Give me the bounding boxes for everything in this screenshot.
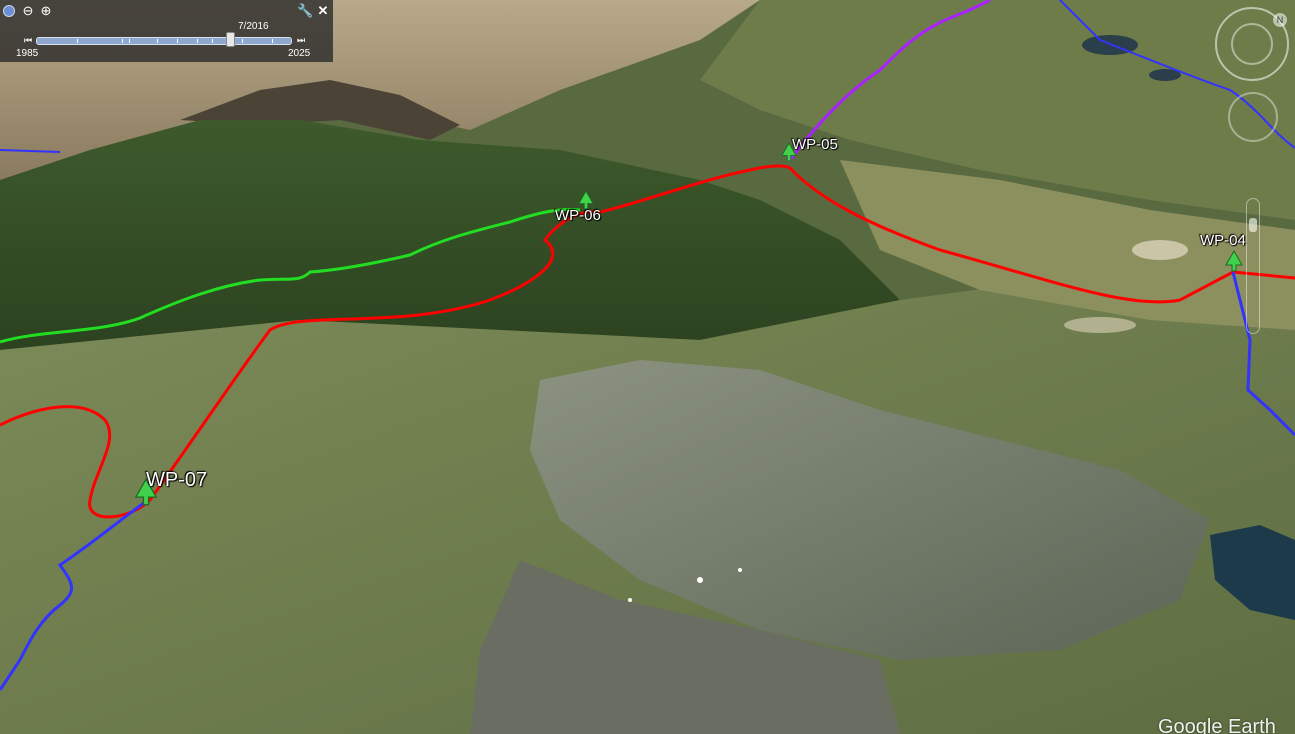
start-year: 1985 <box>16 48 39 59</box>
zoom-out-icon[interactable]: ⊖ <box>20 3 36 19</box>
waypoint-label-wp07[interactable]: WP-07 <box>146 469 207 492</box>
slider-tick <box>197 39 198 43</box>
current-date: 7/2016 <box>238 21 269 32</box>
time-slider[interactable] <box>36 37 292 45</box>
slider-tick <box>272 39 273 43</box>
slider-tick <box>212 39 213 43</box>
prev-icon[interactable]: ⏮ <box>20 32 36 48</box>
time-slider-thumb[interactable] <box>226 32 235 47</box>
satellite-terrain <box>0 0 1295 734</box>
compass-inner-ring[interactable] <box>1231 23 1273 65</box>
historical-imagery-panel: ⊖ ⊕ 🔧 ✕ 7/2016 ⏮ ⏭ 1985 2025 <box>0 0 333 62</box>
waypoint-label-wp05[interactable]: WP-05 <box>792 136 838 153</box>
slider-tick <box>177 39 178 43</box>
slider-tick <box>157 39 158 43</box>
zoom-in-icon[interactable]: ⊕ <box>38 3 54 19</box>
tree-icon[interactable] <box>1225 250 1243 272</box>
slider-tick <box>129 39 130 43</box>
map-view[interactable]: WP-04 WP-05 WP-06 WP-07 ⊖ ⊕ 🔧 ✕ 7/2016 ⏮… <box>0 0 1295 734</box>
next-icon[interactable]: ⏭ <box>293 32 309 48</box>
zoom-slider-thumb[interactable] <box>1249 218 1257 232</box>
slider-tick <box>242 39 243 43</box>
clock-icon[interactable] <box>1 3 17 19</box>
slider-tick <box>122 39 123 43</box>
end-year: 2025 <box>288 48 311 59</box>
google-earth-watermark: Google Earth <box>1158 716 1276 734</box>
north-icon[interactable]: N <box>1273 13 1287 27</box>
waypoint-label-wp06[interactable]: WP-06 <box>555 207 601 224</box>
waypoint-label-wp04[interactable]: WP-04 <box>1200 232 1246 249</box>
slider-tick <box>77 39 78 43</box>
wrench-icon[interactable]: 🔧 <box>297 3 313 19</box>
close-icon[interactable]: ✕ <box>315 3 331 19</box>
look-joystick[interactable] <box>1228 92 1278 142</box>
